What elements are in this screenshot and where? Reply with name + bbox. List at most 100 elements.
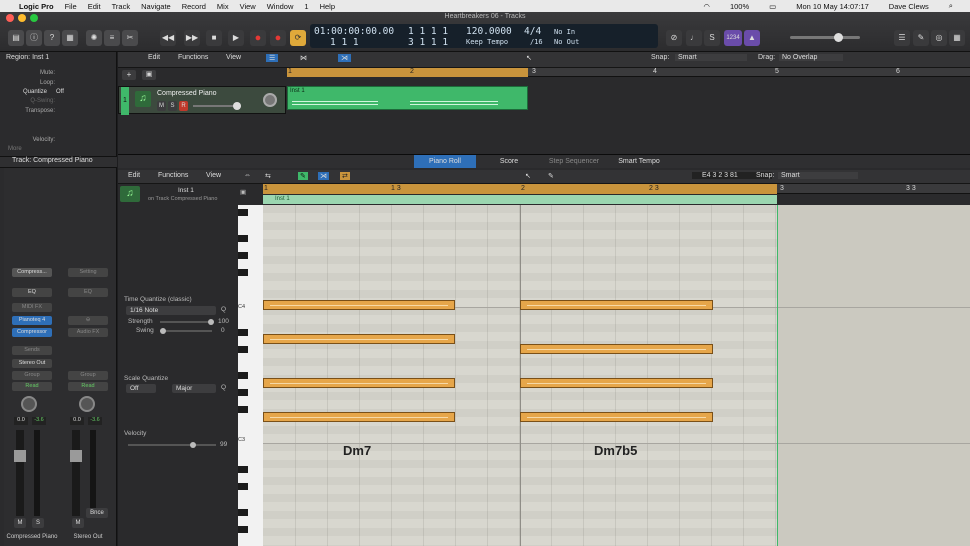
pr-view-menu[interactable]: View xyxy=(206,172,221,179)
quantize-button[interactable]: Q xyxy=(221,306,226,313)
solo-icon[interactable]: S xyxy=(704,30,720,46)
pr-snap-select[interactable]: Smart xyxy=(778,172,858,179)
pr-functions-menu[interactable]: Functions xyxy=(158,172,188,179)
automation-read[interactable]: Read xyxy=(12,382,52,391)
library-icon[interactable]: ▤ xyxy=(8,30,24,46)
drag-select[interactable]: No Overlap xyxy=(779,54,843,61)
browser-icon[interactable]: ▦ xyxy=(949,30,965,46)
loop-browser-icon[interactable]: ◎ xyxy=(931,30,947,46)
black-key[interactable] xyxy=(238,329,248,336)
record-enable-button[interactable]: R xyxy=(179,101,188,111)
menu-mix[interactable]: Mix xyxy=(217,2,229,11)
record-replace-icon[interactable]: ● xyxy=(270,30,286,46)
minimize-window-button[interactable] xyxy=(18,14,26,22)
pr-cycle-region[interactable] xyxy=(263,184,777,194)
piano-keyboard[interactable]: C4 C3 xyxy=(238,205,263,546)
master-volume-slider[interactable] xyxy=(790,33,860,42)
track-header-row[interactable]: 1 ♫ Compressed Piano M S R xyxy=(118,86,286,115)
menu-record[interactable]: Record xyxy=(182,2,206,11)
black-key[interactable] xyxy=(238,252,248,259)
velocity-slider[interactable] xyxy=(128,442,216,448)
menu-help[interactable]: Help xyxy=(320,2,335,11)
volume-fader-track[interactable] xyxy=(14,430,26,516)
midi-note[interactable] xyxy=(520,412,713,422)
volume-fader[interactable] xyxy=(14,450,26,462)
note-grid[interactable]: Dm7 Dm7b5 xyxy=(263,205,970,546)
editors-icon[interactable]: ✂ xyxy=(122,30,138,46)
menu-view[interactable]: View xyxy=(240,2,256,11)
track-name[interactable]: Compressed Piano xyxy=(157,90,217,97)
zoom-window-button[interactable] xyxy=(30,14,38,22)
strength-slider[interactable] xyxy=(160,319,214,325)
smart-controls-icon[interactable]: ✺ xyxy=(86,30,102,46)
link-icon[interactable]: ⊖ xyxy=(68,316,108,325)
tab-smart-tempo[interactable]: Smart Tempo xyxy=(608,155,670,168)
pr-pointer-icon[interactable]: ↖ xyxy=(525,172,531,180)
battery-icon[interactable]: ▭ xyxy=(769,2,776,11)
strength-knob[interactable] xyxy=(208,319,214,325)
black-key[interactable] xyxy=(238,466,248,473)
track-solo-button[interactable]: S xyxy=(168,101,177,111)
black-key[interactable] xyxy=(238,389,248,396)
search-icon[interactable]: ⌕ xyxy=(949,1,953,11)
record-icon[interactable]: ● xyxy=(250,30,266,46)
track-pan-knob[interactable] xyxy=(263,93,277,107)
eq-button[interactable]: EQ xyxy=(68,288,108,297)
black-key[interactable] xyxy=(238,509,248,516)
menu-file[interactable]: File xyxy=(65,2,77,11)
tempo-mode[interactable]: Keep Tempo xyxy=(466,38,508,46)
scale-quantize-button[interactable]: Q xyxy=(221,384,226,391)
list-editors-icon[interactable]: ☰ xyxy=(894,30,910,46)
track-volume-knob[interactable] xyxy=(233,102,241,110)
black-key[interactable] xyxy=(238,209,248,216)
eq-button[interactable]: EQ xyxy=(12,288,52,297)
more-toggle[interactable]: More xyxy=(0,146,117,152)
midi-note[interactable] xyxy=(263,300,455,310)
app-menu[interactable]: Logic Pro xyxy=(19,2,54,11)
rewind-icon[interactable]: ◀◀ xyxy=(160,30,176,46)
menu-navigate[interactable]: Navigate xyxy=(141,2,171,11)
black-key[interactable] xyxy=(238,526,248,533)
lcd-display[interactable]: 01:00:00:00.00 1 1 1 1 1 1 1 3 1 1 1 120… xyxy=(310,24,658,48)
quantize-value[interactable]: Off xyxy=(56,89,106,95)
black-key[interactable] xyxy=(238,235,248,242)
time-quantize-select[interactable]: 1/16 Note xyxy=(126,306,216,315)
pr-catch-icon[interactable]: ▣ xyxy=(240,188,246,196)
help-icon[interactable]: ? xyxy=(44,30,60,46)
group-slot[interactable]: Group xyxy=(68,371,108,380)
division[interactable]: /16 xyxy=(530,38,543,46)
track-mute-button[interactable]: M xyxy=(157,101,166,111)
tracks-functions-menu[interactable]: Functions xyxy=(178,54,208,61)
midi-note[interactable] xyxy=(520,378,713,388)
tuner-icon[interactable]: ♩ xyxy=(686,30,702,46)
tracks-view-menu[interactable]: View xyxy=(226,54,241,61)
sends-slot[interactable]: Sends xyxy=(12,346,52,355)
master-volume-knob[interactable] xyxy=(834,33,843,42)
pr-region-bar[interactable]: Inst 1 xyxy=(263,195,777,204)
scale-quantize-root[interactable]: Off xyxy=(126,384,156,393)
inspector-icon[interactable]: ⓘ xyxy=(26,30,42,46)
fast-forward-icon[interactable]: ▶▶ xyxy=(184,30,200,46)
cycle-icon[interactable]: ⟳ xyxy=(290,30,306,46)
track-header[interactable]: Track: Compressed Piano xyxy=(0,156,117,168)
mute-button[interactable]: M xyxy=(14,518,26,528)
metronome-icon[interactable]: ▲ xyxy=(744,30,760,46)
midi-fx-slot[interactable]: MIDI FX xyxy=(12,303,52,312)
count-in-button[interactable]: 1234 xyxy=(724,30,742,46)
velocity-knob[interactable] xyxy=(190,442,196,448)
notepad-icon[interactable]: ✎ xyxy=(913,30,929,46)
toolbar-icon[interactable]: ▦ xyxy=(62,30,78,46)
instrument-slot[interactable]: Pianoteq 4 xyxy=(12,316,52,325)
pr-pencil-icon[interactable]: ✎ xyxy=(548,172,554,180)
setting-button[interactable]: Setting xyxy=(68,268,108,277)
midi-draw-icon[interactable]: ✎ xyxy=(298,172,308,180)
audio-fx-slot[interactable]: Audio FX xyxy=(68,328,108,337)
tab-step-sequencer[interactable]: Step Sequencer xyxy=(542,155,606,168)
pr-ruler[interactable]: 1 1 3 2 2 3 3 3 3 xyxy=(263,184,970,194)
black-key[interactable] xyxy=(238,346,248,353)
output-slot[interactable]: Stereo Out xyxy=(12,359,52,368)
automation-read[interactable]: Read xyxy=(68,382,108,391)
tab-score[interactable]: Score xyxy=(478,155,540,168)
midi-note[interactable] xyxy=(263,412,455,422)
scale-quantize-mode[interactable]: Major xyxy=(172,384,216,393)
